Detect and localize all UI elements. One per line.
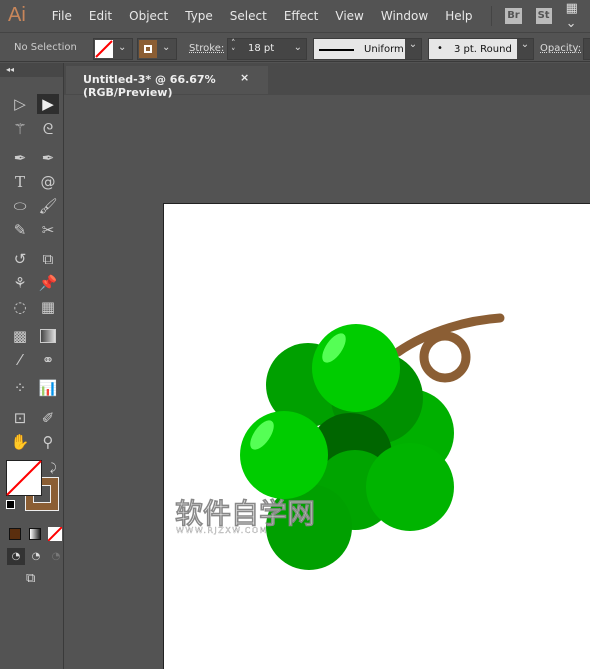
grape xyxy=(312,324,400,412)
grape xyxy=(366,443,454,531)
grapes-artwork: 软件自学网 WWW.RJZXW.COM xyxy=(175,313,505,570)
grape xyxy=(240,411,328,499)
stem-loop xyxy=(419,331,471,383)
watermark-url: WWW.RJZXW.COM xyxy=(176,526,268,535)
